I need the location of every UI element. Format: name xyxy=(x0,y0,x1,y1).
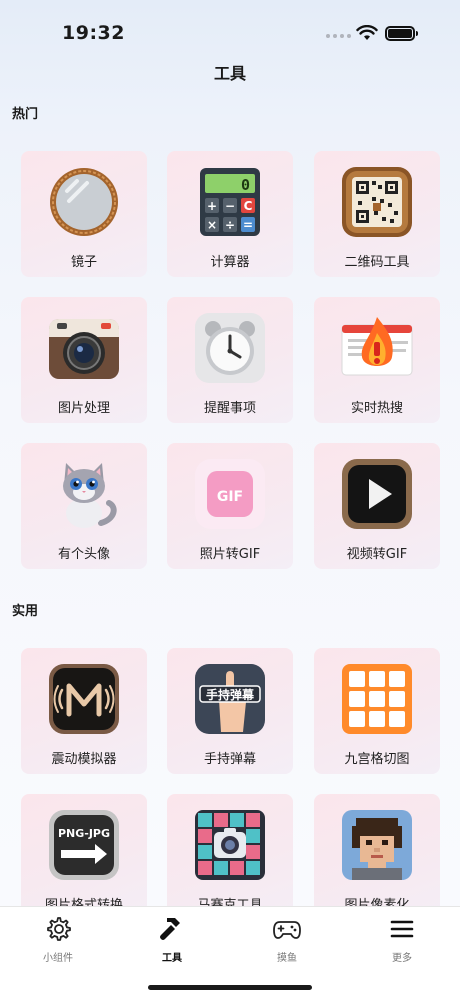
svg-text:手持弹幕: 手持弹幕 xyxy=(206,687,255,702)
tab-more[interactable]: 更多 xyxy=(362,915,442,964)
tool-label: 实时热搜 xyxy=(350,401,403,416)
tool-tile-vibration[interactable]: 震动模拟器 xyxy=(21,648,147,774)
svg-text:C: C xyxy=(244,199,253,213)
trending-fire-icon xyxy=(341,317,413,376)
tool-label: 震动模拟器 xyxy=(51,752,117,767)
tab-label: 工具 xyxy=(162,953,182,964)
mirror-icon xyxy=(50,168,118,236)
page-title: 工具 xyxy=(213,64,246,83)
tool-label: 镜子 xyxy=(70,255,97,270)
status-bar: 19:32 xyxy=(0,0,460,60)
tab-widgets[interactable]: 小组件 xyxy=(18,915,98,964)
camera-icon xyxy=(49,319,119,379)
tool-tile-image-edit[interactable]: 图片处理 xyxy=(21,297,147,423)
tool-label: 有个头像 xyxy=(57,547,110,562)
tab-label: 小组件 xyxy=(43,953,73,964)
svg-text:−: − xyxy=(225,199,235,213)
video-play-icon xyxy=(342,459,412,529)
tool-tile-mosaic[interactable]: 马赛克工具 xyxy=(167,794,293,920)
svg-text:×: × xyxy=(207,218,217,232)
tool-label: 九宫格切图 xyxy=(344,752,410,767)
tool-tile-grid-cut[interactable]: 九宫格切图 xyxy=(314,648,440,774)
gamepad-icon xyxy=(273,921,301,939)
tool-label: 图片处理 xyxy=(57,401,110,416)
tool-tile-mirror[interactable]: 镜子 xyxy=(21,151,147,277)
tool-tile-format-convert[interactable]: PNG-JPG 图片格式转换 xyxy=(21,794,147,920)
tool-label: 提醒事项 xyxy=(203,401,256,416)
tool-tile-calculator[interactable]: 0 + − C × ÷ = 计算器 xyxy=(167,151,293,277)
mosaic-icon xyxy=(195,810,265,880)
svg-text:GIF: GIF xyxy=(217,489,243,505)
alarm-clock-icon xyxy=(195,313,265,383)
tool-label: 视频转GIF xyxy=(346,547,408,562)
qr-code-icon xyxy=(342,167,412,237)
tab-label: 摸鱼 xyxy=(277,953,297,964)
grid-nine-icon xyxy=(342,664,412,734)
tool-tile-qr-code[interactable]: 二维码工具 xyxy=(314,151,440,277)
cat-avatar-icon xyxy=(63,463,117,528)
svg-text:0: 0 xyxy=(241,176,250,194)
tool-label: 二维码工具 xyxy=(344,255,410,270)
menu-icon xyxy=(390,920,414,938)
svg-text:PNG-JPG: PNG-JPG xyxy=(58,827,110,840)
tool-label: 手持弹幕 xyxy=(203,752,256,767)
svg-text:÷: ÷ xyxy=(225,218,235,232)
gif-icon: GIF xyxy=(195,459,265,529)
tool-tile-avatar[interactable]: 有个头像 xyxy=(21,443,147,569)
tab-games[interactable]: 摸鱼 xyxy=(247,915,327,964)
calculator-icon: 0 + − C × ÷ = xyxy=(200,168,260,236)
tool-tile-trending[interactable]: 实时热搜 xyxy=(314,297,440,423)
tab-tools[interactable]: 工具 xyxy=(132,915,212,964)
hammer-icon xyxy=(160,918,180,940)
handheld-danmaku-icon: 手持弹幕 xyxy=(195,664,265,734)
pixel-portrait-icon xyxy=(342,810,412,880)
tool-tile-photo-to-gif[interactable]: GIF 照片转GIF xyxy=(167,443,293,569)
home-indicator xyxy=(148,985,312,990)
section-title-utility: 实用 xyxy=(12,604,39,619)
vibration-icon xyxy=(49,664,119,734)
svg-text:=: = xyxy=(243,218,253,232)
signal-dots-icon xyxy=(326,34,351,38)
gear-icon xyxy=(47,917,71,941)
section-title-hot: 热门 xyxy=(12,107,39,122)
tool-tile-pixelate[interactable]: 图片像素化 xyxy=(314,794,440,920)
format-convert-icon: PNG-JPG xyxy=(49,810,119,880)
status-time: 19:32 xyxy=(62,22,125,44)
tool-label: 计算器 xyxy=(210,255,250,270)
tool-tile-video-to-gif[interactable]: 视频转GIF xyxy=(314,443,440,569)
tool-label: 照片转GIF xyxy=(199,547,261,562)
wifi-icon xyxy=(356,25,378,40)
tool-tile-reminders[interactable]: 提醒事项 xyxy=(167,297,293,423)
tab-label: 更多 xyxy=(392,953,412,964)
svg-text:+: + xyxy=(207,199,217,213)
tool-tile-danmaku[interactable]: 手持弹幕 手持弹幕 xyxy=(167,648,293,774)
battery-icon xyxy=(385,26,418,41)
